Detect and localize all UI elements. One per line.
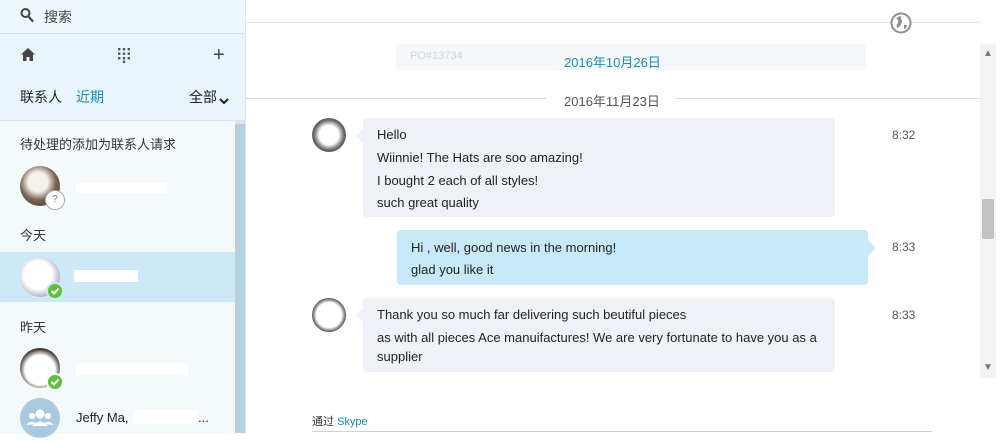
search-input[interactable]: 搜索 xyxy=(44,7,72,27)
chat-scrollbar-thumb[interactable] xyxy=(982,199,994,239)
message-line: Wiinnie! The Hats are soo amazing! xyxy=(377,150,583,165)
add-button[interactable]: + xyxy=(213,44,225,67)
sidebar: 搜索 + 联系人 近期 全部 待处理的添加为联系人请求 ? 今天 昨天 Jeff… xyxy=(0,0,246,438)
group-avatar xyxy=(20,398,60,438)
message-time: 8:33 xyxy=(892,308,916,322)
divider-line xyxy=(676,98,980,99)
sender-avatar[interactable] xyxy=(312,118,346,152)
message-line: such great quality xyxy=(377,195,479,210)
message-time: 8:33 xyxy=(892,240,916,254)
list-item-contact[interactable] xyxy=(0,343,235,393)
date-separator: 2016年11月23日 xyxy=(564,94,660,109)
redacted-name xyxy=(76,183,166,193)
message-bubble-incoming[interactable]: Thank you so much far delivering such be… xyxy=(363,298,835,372)
scroll-up-icon[interactable]: ▲ xyxy=(983,48,993,59)
header-divider xyxy=(246,22,980,23)
filter-all-dropdown[interactable]: 全部 xyxy=(189,87,217,107)
redacted-name xyxy=(74,270,138,282)
skype-link[interactable]: Skype xyxy=(337,416,368,428)
message-bubble-incoming[interactable]: Hello Wiinnie! The Hats are soo amazing!… xyxy=(363,118,835,217)
message-line: glad you like it xyxy=(411,262,494,277)
sidebar-toolbar: + xyxy=(0,34,245,76)
search-icon xyxy=(20,7,34,23)
section-yesterday: 昨天 xyxy=(20,320,47,335)
online-status-icon xyxy=(46,373,64,391)
list-item-pending-contact[interactable]: ? xyxy=(0,161,235,211)
redacted-name xyxy=(134,410,198,424)
bubble-tail xyxy=(868,240,876,256)
via-label: 通过 Skype xyxy=(312,413,368,429)
sidebar-scrollbar-thumb[interactable] xyxy=(235,124,245,433)
chat-scrollbar[interactable]: ▲ ▼ xyxy=(980,44,996,378)
sender-avatar[interactable] xyxy=(312,298,346,332)
recent-list: 待处理的添加为联系人请求 ? 今天 昨天 Jeffy Ma, ... xyxy=(0,120,235,438)
message-line: Hello xyxy=(377,127,407,142)
message-line: supplier xyxy=(377,349,423,364)
section-today: 今天 xyxy=(20,228,47,243)
dialpad-icon[interactable] xyxy=(117,47,131,68)
section-pending-requests: 待处理的添加为联系人请求 xyxy=(20,137,177,152)
online-status-icon xyxy=(46,282,64,300)
previous-message-text: PO#13734 xyxy=(410,50,463,62)
tab-contacts[interactable]: 联系人 xyxy=(20,87,62,107)
group-icon xyxy=(26,409,54,426)
name-ellipsis: ... xyxy=(198,410,209,425)
tab-recent[interactable]: 近期 xyxy=(76,87,104,107)
question-status-icon: ? xyxy=(46,191,64,209)
contact-tabs: 联系人 近期 全部 xyxy=(0,84,245,108)
message-input-border xyxy=(312,431,932,432)
globe-icon[interactable] xyxy=(890,12,912,39)
chevron-down-icon[interactable] xyxy=(219,92,229,108)
scroll-down-icon[interactable]: ▼ xyxy=(983,362,993,373)
home-icon[interactable] xyxy=(20,47,36,67)
message-line: Thank you so much far delivering such be… xyxy=(377,307,687,322)
message-time: 8:32 xyxy=(892,128,916,142)
date-separator-link[interactable]: 2016年10月26日 xyxy=(564,52,661,71)
via-prefix: 通过 xyxy=(312,416,334,428)
redacted-name xyxy=(76,363,188,375)
chat-panel: PO#13734 2016年10月26日 2016年11月23日 Hello W… xyxy=(246,0,1000,433)
divider-line xyxy=(246,98,546,99)
message-line: I bought 2 each of all styles! xyxy=(377,173,539,188)
search-bar[interactable]: 搜索 xyxy=(0,0,245,34)
message-line: as with all pieces Ace manuifactures! We… xyxy=(377,330,817,345)
message-line: Hi , well, good news in the morning! xyxy=(411,240,617,255)
list-item-selected-contact[interactable] xyxy=(0,252,235,302)
list-item-group-contact[interactable]: Jeffy Ma, ... xyxy=(0,393,235,443)
message-bubble-outgoing[interactable]: Hi , well, good news in the morning! gla… xyxy=(397,230,868,285)
contact-name: Jeffy Ma, xyxy=(76,410,129,425)
